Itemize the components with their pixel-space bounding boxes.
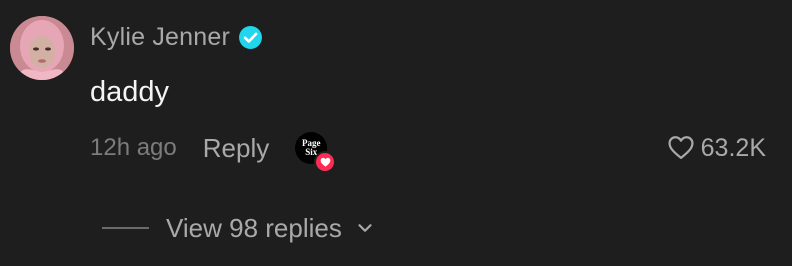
chevron-down-icon — [354, 217, 376, 239]
author-avatar[interactable] — [10, 16, 74, 80]
verified-badge-icon — [238, 25, 263, 50]
heart-outline-icon — [667, 134, 695, 162]
reply-button[interactable]: Reply — [203, 133, 269, 164]
author-name[interactable]: Kylie Jenner — [90, 23, 230, 52]
like-button[interactable]: 63.2K — [667, 130, 766, 166]
comment-timestamp: 12h ago — [90, 134, 177, 161]
view-replies-label: View 98 replies — [166, 212, 342, 243]
comment-text: daddy — [90, 76, 170, 108]
author-row: Kylie Jenner — [90, 20, 263, 54]
liked-by-creator[interactable]: Page Six — [295, 132, 337, 173]
like-count: 63.2K — [700, 133, 766, 162]
view-replies-button[interactable]: View 98 replies — [102, 210, 376, 246]
heart-filled-icon — [314, 151, 337, 173]
comment-meta-row: 12h ago Reply Page Six — [90, 130, 337, 173]
replies-divider — [102, 227, 149, 229]
comment-item: Kylie Jenner daddy 12h ago Reply Page Si… — [0, 0, 792, 266]
avatar-portrait-image — [10, 16, 74, 80]
